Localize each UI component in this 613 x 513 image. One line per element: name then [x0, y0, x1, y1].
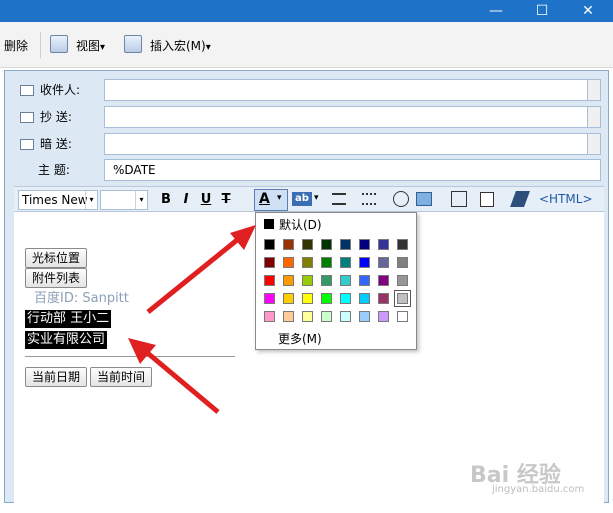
arrow-line-up [146, 234, 244, 314]
annotation-arrows [128, 225, 256, 414]
arrow-head-down [128, 338, 156, 364]
arrow-line-down [142, 348, 220, 414]
arrow-head-up [230, 225, 256, 250]
baidu-url: jingyan.baidu.com [492, 484, 585, 495]
